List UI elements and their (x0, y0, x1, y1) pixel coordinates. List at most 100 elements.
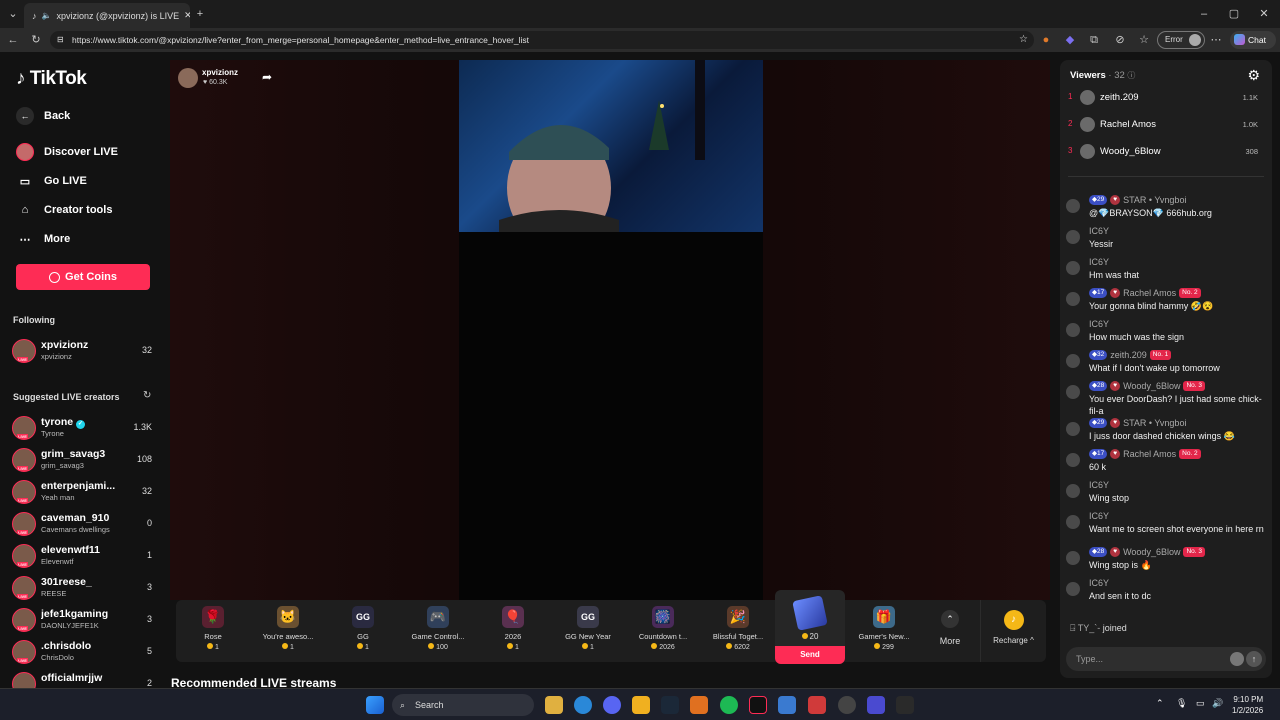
live-video[interactable] (459, 60, 763, 600)
following-item[interactable]: LIVE xpvizionz xpvizionz 32 (12, 337, 158, 365)
chat-message[interactable]: ◆28 ♥ Woody_6Blow No. 3 Wing stop is 🔥 (1066, 547, 1266, 575)
level-value: 28 (1097, 382, 1105, 389)
more-gifts-button[interactable]: ⌃ More (914, 600, 986, 662)
info-icon[interactable]: ⓘ (1127, 71, 1135, 80)
file-explorer-icon[interactable] (545, 696, 563, 714)
send-arrow-icon[interactable]: ↑ (1246, 651, 1262, 667)
suggested-creator[interactable]: LIVE 301reese_ REESE 3 (12, 574, 158, 602)
close-window-icon[interactable]: ✕ (1256, 6, 1272, 22)
tab-close-icon[interactable]: ✕ (184, 10, 190, 21)
tiktok-logo[interactable]: ♪ TikTok (16, 68, 87, 90)
nav-more[interactable]: ⋯ More (16, 227, 71, 251)
app-icon[interactable] (808, 696, 826, 714)
back-arrow-icon[interactable]: ← (5, 32, 21, 48)
suggested-creator[interactable]: LIVE grim_savag3 grim_savag3 108 (12, 446, 158, 474)
app-icon[interactable] (632, 696, 650, 714)
share-icon[interactable]: ➦ (262, 70, 272, 84)
chat-input[interactable]: Type... ↑ (1066, 647, 1266, 671)
gift-item[interactable]: 🌹 Rose 1 (176, 600, 250, 662)
bookmark-star-icon[interactable]: ☆ (1019, 31, 1028, 49)
streamer-name[interactable]: xpvizionz (202, 68, 238, 77)
gift-item[interactable]: 🎈 2026 1 (476, 600, 550, 662)
gift-item[interactable]: 🐱 You're aweso... 1 (251, 600, 325, 662)
gift-item[interactable]: GG GG New Year 1 (551, 600, 625, 662)
gift-item[interactable]: 🎆 Countdown t... 2026 (626, 600, 700, 662)
start-windows-icon[interactable] (366, 696, 384, 714)
reload-icon[interactable]: ↻ (28, 32, 44, 48)
terminal-icon[interactable] (896, 696, 914, 714)
extension-icon[interactable]: ● (1038, 32, 1054, 48)
taskbar-clock[interactable]: 9:10 PM 1/2/2026 (1232, 694, 1263, 716)
viewer-count: 0 (146, 518, 152, 528)
settings-gear-icon[interactable]: ⚙ (1247, 67, 1260, 84)
taskbar-search[interactable]: ⌕ Search (392, 694, 534, 716)
new-tab-icon[interactable]: + (192, 6, 208, 22)
maximize-icon[interactable]: ▢ (1226, 6, 1242, 22)
url-field[interactable]: ⊟ https://www.tiktok.com/@xpvizionz/live… (50, 31, 1034, 49)
suggested-creator[interactable]: LIVE elevenwtf11 Elevenwtf 1 (12, 542, 158, 570)
suggested-creator[interactable]: LIVE tyrone ✓ Tyrone 1.3K (12, 414, 158, 442)
chat-message[interactable]: ◆32 zeith.209 No. 1 What if I don't wake up… (1066, 350, 1266, 378)
steam-icon[interactable] (661, 696, 679, 714)
get-coins-button[interactable]: Get Coins (16, 264, 150, 290)
gift-item[interactable]: 🎉 Blissful Toget... 6202 (701, 600, 775, 662)
top-viewer-row[interactable]: 2 Rachel Amos 1.0K (1068, 115, 1264, 135)
chat-message[interactable]: ◆29 ♥ STAR • Yvngboi I juss door dashed chi… (1066, 417, 1266, 446)
chat-message[interactable]: IC6Y Wing stop (1066, 480, 1266, 508)
audio-icon[interactable]: 🔈 (42, 11, 52, 20)
nav-discover-live[interactable]: Discover LIVE (16, 140, 118, 164)
back-button[interactable]: ← Back (16, 104, 70, 128)
top-viewer-row[interactable]: 3 Woody_6Blow 308 (1068, 142, 1264, 162)
volume-icon[interactable]: 🔊 (1212, 698, 1223, 709)
favorites-icon[interactable]: ☆ (1136, 32, 1152, 48)
suggested-creator[interactable]: LIVE enterpenjami... Yeah man 32 (12, 478, 158, 506)
gift-item[interactable]: GG GG 1 (326, 600, 400, 662)
suggested-creator[interactable]: LIVE jefe1kgaming DAONLYJEFE1K 3 (12, 606, 158, 634)
tiktok-app-icon[interactable] (749, 696, 767, 714)
network-icon[interactable]: ▭ (1196, 698, 1205, 709)
chat-message[interactable]: IC6Y Yessir (1066, 226, 1266, 254)
app-icon[interactable] (690, 696, 708, 714)
settings-more-icon[interactable]: ⋯ (1208, 32, 1224, 48)
chat-message[interactable]: ◆28 ♥ Woody_6Blow No. 3 You ever DoorDash? I… (1066, 381, 1266, 417)
shield-extension-icon[interactable]: ◆ (1062, 32, 1078, 48)
puzzle-extensions-icon[interactable]: ⧉ (1086, 32, 1102, 48)
coin-icon (428, 643, 435, 649)
gift-item[interactable]: 🎮 Game Control... 100 (401, 600, 475, 662)
recharge-button[interactable]: ♪ Recharge ^ (980, 600, 1046, 662)
gift-item[interactable]: 🎁 Gamer's New... 299 (847, 600, 921, 662)
nav-creator-tools[interactable]: ⌂ Creator tools (16, 198, 113, 222)
suggested-creator[interactable]: LIVE officialmrjjw 2 (12, 670, 158, 688)
chat-message[interactable]: IC6Y How much was the sign (1066, 319, 1266, 347)
discord-icon[interactable] (603, 696, 621, 714)
nav-go-live[interactable]: ▭ Go LIVE (16, 169, 87, 193)
chat-message[interactable]: ◆29 ♥ STAR • Yvngboi @💎BRAYSON💎 666hub.org (1066, 195, 1266, 223)
chat-message[interactable]: ◆17 ♥ Rachel Amos No. 2 60 k (1066, 448, 1266, 477)
chat-message[interactable]: IC6Y Hm was that (1066, 257, 1266, 285)
browser-tab[interactable]: ♪ 🔈 xpvizionz (@xpvizionz) is LIVE ✕ (24, 3, 190, 28)
split-screen-icon[interactable]: ⊘ (1112, 32, 1128, 48)
refresh-icon[interactable]: ↻ (143, 390, 151, 401)
site-info-icon[interactable]: ⊟ (57, 31, 64, 49)
copilot-chat-button[interactable]: Chat (1230, 31, 1276, 49)
microphone-icon[interactable]: 🎙 (1176, 698, 1187, 709)
edge-browser-icon[interactable] (574, 696, 592, 714)
chat-message[interactable]: ◆17 ♥ Rachel Amos No. 2 Your gonna blind ham… (1066, 288, 1266, 316)
system-tray-chevron-icon[interactable]: ⌃ (1156, 698, 1164, 709)
tab-list-chevron-icon[interactable]: ⌄ (5, 6, 21, 22)
spotify-icon[interactable] (720, 696, 738, 714)
top-viewer-row[interactable]: 1 zeith.209 1.1K (1068, 88, 1264, 108)
chat-message[interactable]: IC6Y Want me to screen shot everyone in h… (1066, 511, 1266, 547)
featured-gift[interactable]: 20 Send (775, 590, 845, 664)
chat-message[interactable]: IC6Y And sen it to dc (1066, 578, 1266, 606)
profile-error-button[interactable]: Error (1157, 31, 1205, 49)
app-icon[interactable] (838, 696, 856, 714)
app-icon[interactable] (778, 696, 796, 714)
suggested-creator[interactable]: LIVE caveman_910 Cavemans dwellings 0 (12, 510, 158, 538)
suggested-creator[interactable]: LIVE .chrisdolo ChrisDolo 5 (12, 638, 158, 666)
send-gift-button[interactable]: Send (775, 646, 845, 664)
streamer-avatar[interactable] (178, 68, 198, 88)
app-icon[interactable] (867, 696, 885, 714)
emoji-icon[interactable] (1230, 652, 1244, 666)
minimize-icon[interactable]: – (1196, 6, 1212, 22)
